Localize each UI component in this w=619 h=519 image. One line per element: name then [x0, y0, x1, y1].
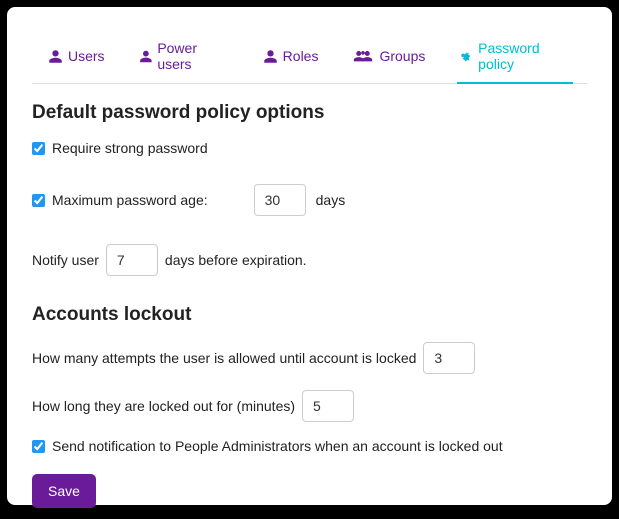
tab-label: Password policy	[478, 40, 571, 72]
require-strong-label: Require strong password	[52, 140, 208, 156]
notify-row: Notify user days before expiration.	[32, 244, 587, 276]
save-button[interactable]: Save	[32, 474, 96, 508]
person-icon	[263, 49, 278, 64]
tab-groups[interactable]: Groups	[350, 32, 427, 84]
lockout-duration-input[interactable]	[302, 390, 354, 422]
tab-power-users[interactable]: Power users	[137, 32, 231, 84]
notify-days-input[interactable]	[106, 244, 158, 276]
tab-label: Roles	[283, 48, 319, 64]
lockout-duration-row: How long they are locked out for (minute…	[32, 390, 587, 422]
tab-bar: Users Power users Roles Groups Password …	[32, 32, 587, 84]
lockout-duration-label: How long they are locked out for (minute…	[32, 398, 295, 414]
max-age-row: Maximum password age: days	[32, 184, 587, 216]
max-age-label: Maximum password age:	[52, 192, 208, 208]
person-icon	[139, 49, 153, 64]
tab-users[interactable]: Users	[46, 32, 107, 84]
notify-suffix: days before expiration.	[165, 252, 307, 268]
tab-label: Users	[68, 48, 105, 64]
attempts-input[interactable]	[423, 342, 475, 374]
section-title-default-options: Default password policy options	[32, 102, 587, 124]
tab-roles[interactable]: Roles	[261, 32, 321, 84]
send-notification-checkbox[interactable]	[32, 440, 45, 453]
section-title-accounts-lockout: Accounts lockout	[32, 304, 587, 326]
max-age-input[interactable]	[254, 184, 306, 216]
tab-password-policy[interactable]: Password policy	[457, 32, 573, 84]
require-strong-row: Require strong password	[32, 140, 587, 156]
notify-prefix: Notify user	[32, 252, 99, 268]
key-icon	[459, 49, 473, 64]
people-icon	[352, 49, 374, 64]
tab-label: Groups	[379, 48, 425, 64]
send-notification-row: Send notification to People Administrato…	[32, 438, 587, 454]
attempts-label: How many attempts the user is allowed un…	[32, 350, 416, 366]
send-notification-label: Send notification to People Administrato…	[52, 438, 503, 454]
require-strong-checkbox[interactable]	[32, 142, 45, 155]
max-age-checkbox[interactable]	[32, 194, 45, 207]
settings-panel: Users Power users Roles Groups Password …	[7, 7, 612, 505]
content-area: Default password policy options Require …	[32, 84, 587, 508]
attempts-row: How many attempts the user is allowed un…	[32, 342, 587, 374]
person-icon	[48, 49, 63, 64]
tab-label: Power users	[157, 40, 228, 72]
max-age-unit: days	[316, 192, 346, 208]
